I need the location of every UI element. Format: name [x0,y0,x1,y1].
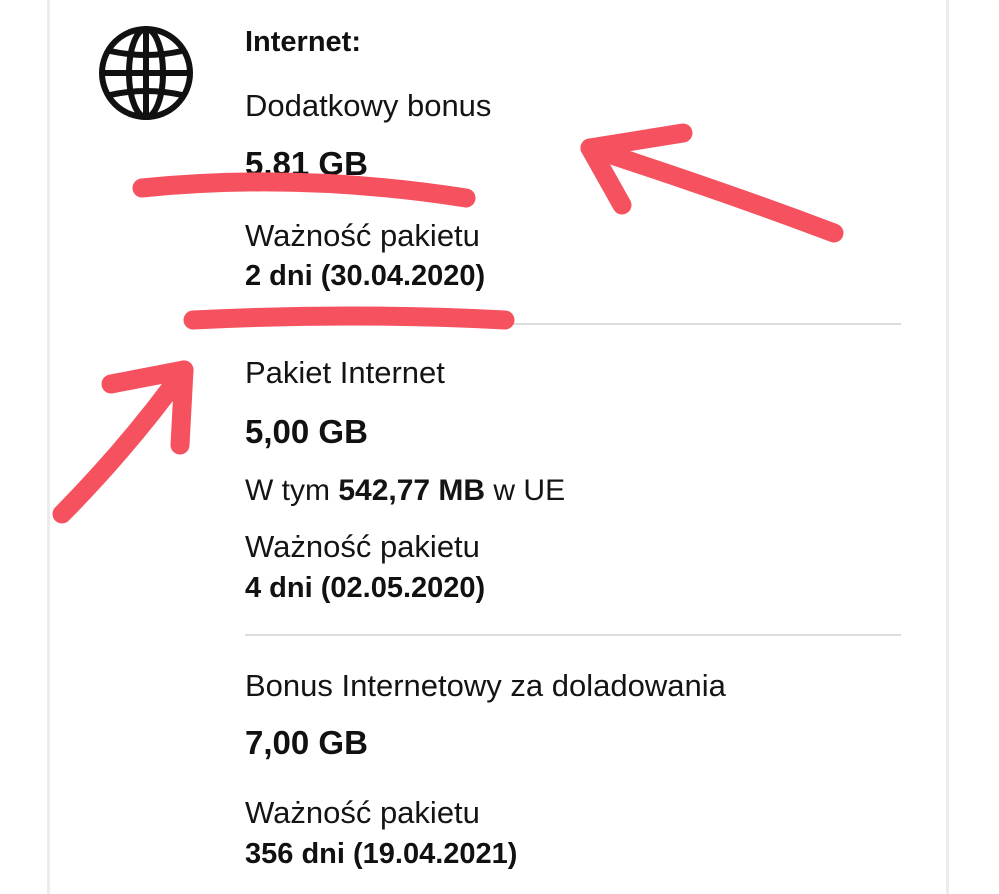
section-title: Internet: [245,26,361,58]
eu-prefix: W tym [245,474,330,507]
divider [245,323,901,325]
arrow-left-head-top [101,360,194,394]
underline-validity [183,306,515,330]
annotation-overlay [52,123,844,524]
underline-bonus [132,172,476,208]
eu-amount: 542,77 MB [338,474,486,507]
divider [245,634,901,636]
arrow-right-head-bottom [580,138,632,215]
card-right-border [946,0,949,894]
validity-value: 2 dni (30.04.2020) [245,260,486,292]
arrow-left-head-bottom [170,360,194,455]
validity-label: Ważność pakietu [245,529,480,564]
validity-label: Ważność pakietu [245,218,480,253]
arrow-left-shaft [52,360,194,524]
eu-usage-line: W tym 542,77 MB w UE [245,474,565,508]
arrow-right-head-top [580,123,693,158]
package-name: Pakiet Internet [245,355,445,390]
card-left-border [47,0,50,894]
package-amount: 5,81 GB [245,145,368,182]
package-amount: 5,00 GB [245,413,368,450]
eu-suffix: w UE [493,474,566,507]
package-amount: 7,00 GB [245,724,368,761]
validity-value: 4 dni (02.05.2020) [245,572,486,604]
arrow-right-shaft [580,138,844,243]
package-name: Bonus Internetowy za doladowania [245,668,726,703]
validity-label: Ważność pakietu [245,795,480,830]
globe-icon [99,26,193,120]
validity-value: 356 dni (19.04.2021) [245,838,518,870]
package-name: Dodatkowy bonus [245,88,492,123]
